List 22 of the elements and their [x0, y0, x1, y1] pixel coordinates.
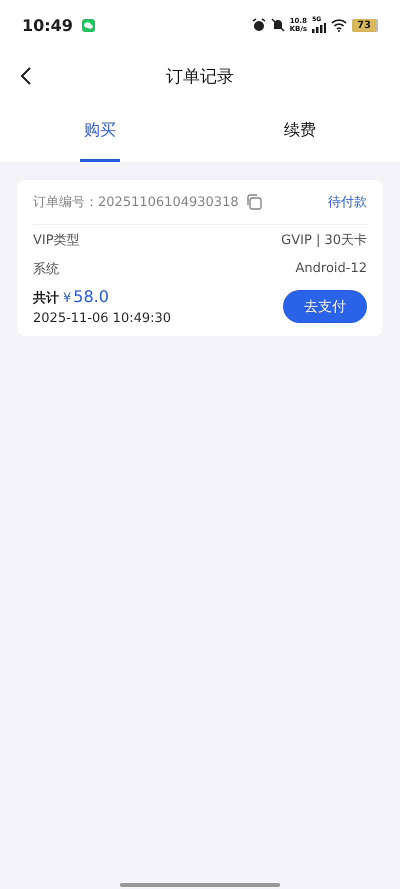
- tab[interactable]: 购买: [80, 102, 120, 162]
- total-label: 共计: [33, 290, 59, 307]
- field-value: Android-12: [296, 261, 367, 276]
- bell-off-icon: [270, 18, 285, 32]
- alarm-icon: [252, 18, 266, 32]
- field-label: VIP类型: [33, 232, 80, 248]
- field-value: GVIP | 30天卡: [281, 232, 367, 248]
- order-status: 待付款: [328, 194, 367, 211]
- page-title: 订单记录: [166, 66, 234, 88]
- copy-icon[interactable]: [244, 193, 263, 211]
- field-label: 系统: [33, 260, 59, 278]
- back-icon[interactable]: [20, 66, 32, 86]
- order-number: 订单编号：20251106104930318: [33, 194, 239, 211]
- total-amount: ¥58.0: [63, 287, 109, 306]
- status-time: 10:49: [22, 16, 73, 34]
- battery-indicator: 73: [352, 18, 378, 32]
- signal-icon: [312, 23, 326, 33]
- wifi-icon: [331, 18, 348, 32]
- chat-app-icon: [82, 18, 95, 32]
- tab[interactable]: 续费: [280, 102, 320, 162]
- pay-button[interactable]: 去支付: [283, 290, 367, 323]
- order-date: 2025-11-06 10:49:30: [33, 311, 172, 326]
